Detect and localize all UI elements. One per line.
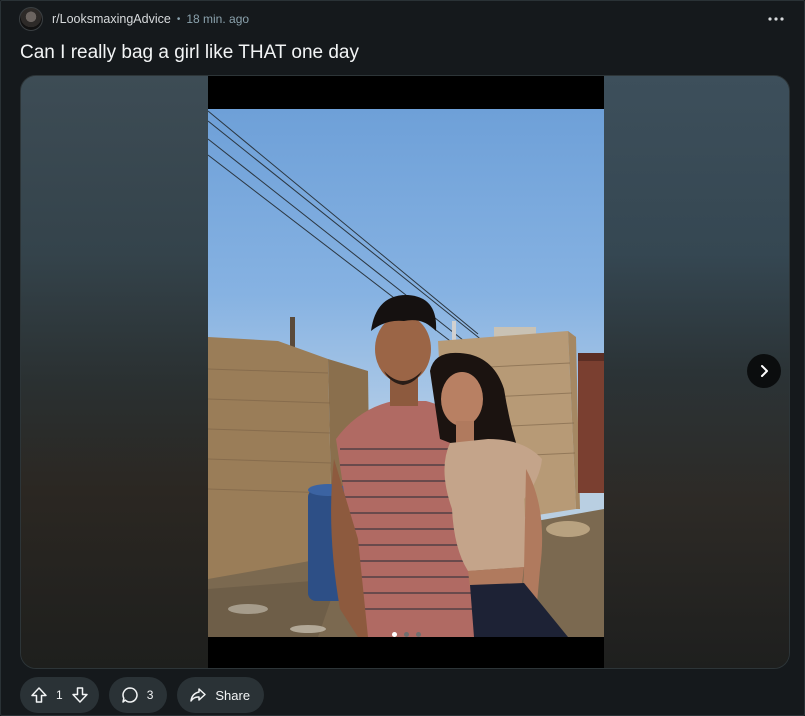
comment-count: 3 <box>146 688 154 702</box>
share-label: Share <box>215 687 251 703</box>
vote-count: 1 <box>56 688 63 702</box>
comment-bubble-icon <box>121 687 138 703</box>
post-actions: 1 3 Share <box>20 677 265 713</box>
gallery-pagination <box>208 632 604 637</box>
post-title[interactable]: Can I really bag a girl like THAT one da… <box>20 42 359 64</box>
post-card[interactable]: r/LooksmaxingAdvice • 18 min. ago Can I … <box>0 0 805 716</box>
chevron-right-icon <box>761 365 768 377</box>
media-gallery[interactable] <box>20 75 790 669</box>
blurred-background-left <box>21 76 208 668</box>
post-meta: r/LooksmaxingAdvice • 18 min. ago <box>19 6 790 32</box>
comments-button[interactable]: 3 <box>108 677 168 713</box>
more-options-button[interactable] <box>762 6 790 32</box>
subreddit-name[interactable]: r/LooksmaxingAdvice <box>52 12 171 26</box>
subreddit-avatar[interactable] <box>19 7 43 31</box>
post-time: 18 min. ago <box>186 12 250 26</box>
gallery-dot[interactable] <box>415 632 421 637</box>
share-arrow-icon <box>190 688 207 702</box>
gallery-next-button[interactable] <box>747 354 781 388</box>
gallery-image-frame[interactable] <box>208 76 604 668</box>
gallery-dot-active[interactable] <box>391 632 397 637</box>
photo-illustration <box>208 110 604 637</box>
share-button[interactable]: Share <box>177 677 265 713</box>
vote-control: 1 <box>20 677 99 713</box>
meta-separator: • <box>176 13 181 25</box>
more-horizontal-icon <box>768 17 784 21</box>
gallery-image[interactable] <box>208 109 604 637</box>
arrow-down-icon <box>71 687 88 703</box>
upvote-button[interactable] <box>28 684 50 706</box>
downvote-button[interactable] <box>69 684 91 706</box>
arrow-up-icon <box>31 687 47 703</box>
gallery-dot[interactable] <box>403 632 409 637</box>
